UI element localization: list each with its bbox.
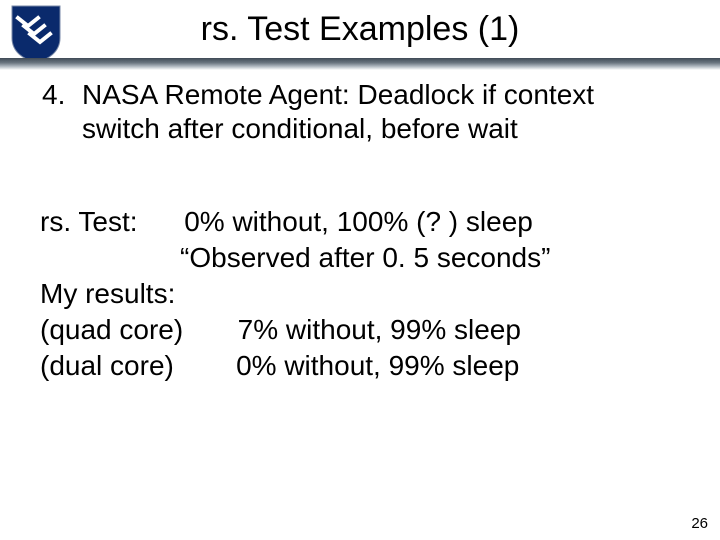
quad-label: (quad core) (40, 314, 183, 345)
quad-core-row: (quad core) 7% without, 99% sleep (40, 312, 720, 348)
slide-body: 4. NASA Remote Agent: Deadlock if contex… (0, 78, 720, 383)
slide-title: rs. Test Examples (1) (0, 10, 720, 49)
item-number: 4. (42, 78, 65, 112)
dual-core-row: (dual core) 0% without, 99% sleep (40, 348, 720, 384)
header-divider (0, 58, 720, 70)
dual-label: (dual core) (40, 350, 174, 381)
rstest-row-1: rs. Test: 0% without, 100% (? ) sleep (40, 204, 720, 240)
rstest-label: rs. Test: (40, 206, 138, 237)
results-block: rs. Test: 0% without, 100% (? ) sleep “O… (40, 204, 720, 383)
my-results-label: My results: (40, 276, 720, 312)
rstest-line2: “Observed after 0. 5 seconds” (180, 242, 550, 273)
slide-header: rs. Test Examples (1) (0, 0, 720, 62)
page-number: 26 (691, 515, 708, 532)
rstest-line1: 0% without, 100% (? ) sleep (184, 206, 533, 237)
dual-value: 0% without, 99% sleep (236, 350, 519, 381)
rstest-row-2: “Observed after 0. 5 seconds” (40, 240, 720, 276)
quad-value: 7% without, 99% sleep (238, 314, 521, 345)
item-text: NASA Remote Agent: Deadlock if context s… (82, 78, 660, 146)
list-item-4: 4. NASA Remote Agent: Deadlock if contex… (42, 78, 660, 146)
